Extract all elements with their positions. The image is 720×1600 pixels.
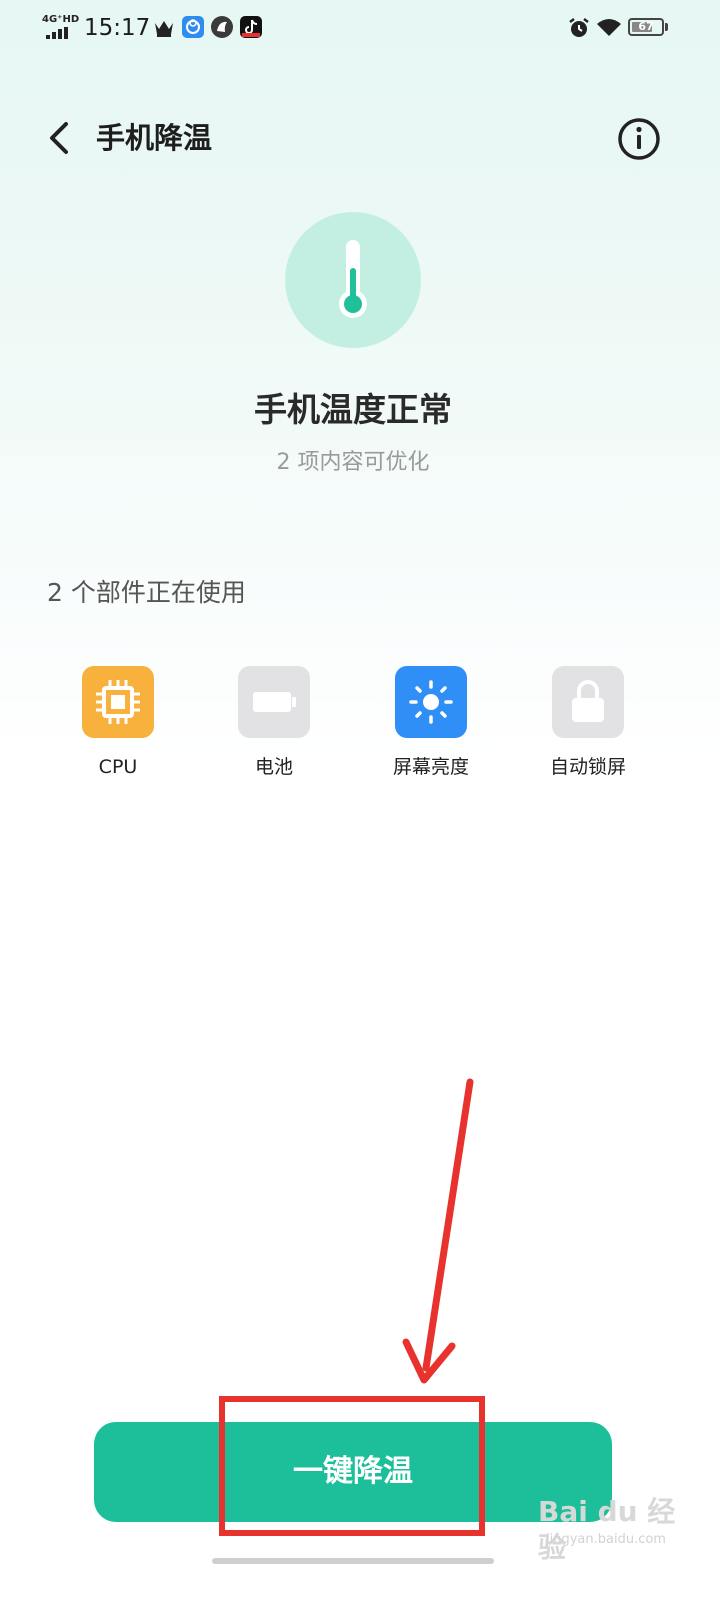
- chevron-left-icon[interactable]: [44, 118, 80, 158]
- temperature-status: 手机温度正常: [254, 390, 452, 429]
- annotation-arrow: [402, 1078, 474, 1384]
- component-cpu[interactable]: CPU: [38, 666, 198, 786]
- alarm-icon: [569, 18, 589, 37]
- app-icon: [211, 16, 233, 38]
- watermark: Bai du 经验 jingyan.baidu.com: [538, 1494, 678, 1564]
- battery-tip: [665, 23, 668, 31]
- status-bar: 4G⁺HD 15:17 67: [0, 0, 720, 56]
- annotation-highlight-box: [219, 1396, 485, 1536]
- components-in-use-heading: 2 个部件正在使用: [47, 578, 246, 607]
- component-battery[interactable]: 电池: [194, 666, 354, 786]
- lock-icon: [552, 666, 624, 738]
- page-title: 手机降温: [96, 121, 213, 155]
- watermark-logo: Bai du 经验: [538, 1495, 676, 1564]
- clock-time: 15:17: [84, 15, 151, 41]
- home-indicator[interactable]: [212, 1558, 494, 1564]
- network-type-label: 4G⁺HD: [42, 14, 80, 25]
- cpu-chip-icon: [82, 666, 154, 738]
- component-auto-lock[interactable]: 自动锁屏: [508, 666, 668, 786]
- app-icon: [182, 16, 204, 38]
- battery-status-icon: 67: [628, 18, 664, 36]
- signal-icon: [46, 27, 74, 39]
- crown-icon: [155, 21, 173, 37]
- component-label: 屏幕亮度: [392, 756, 469, 778]
- thermometer-icon: [339, 240, 367, 318]
- info-icon[interactable]: [616, 116, 662, 162]
- component-label: CPU: [98, 756, 138, 778]
- battery-icon: [238, 666, 310, 738]
- battery-level: 67: [638, 20, 654, 33]
- component-label: 自动锁屏: [549, 756, 626, 778]
- wifi-icon: [597, 19, 621, 36]
- optimizable-count: 2 项内容可优化: [276, 450, 430, 475]
- tiktok-icon: [240, 16, 262, 38]
- component-screen-brightness[interactable]: 屏幕亮度: [351, 666, 511, 786]
- sun-icon: [395, 666, 467, 738]
- watermark-url: jingyan.baidu.com: [546, 1532, 666, 1547]
- component-label: 电池: [254, 756, 293, 778]
